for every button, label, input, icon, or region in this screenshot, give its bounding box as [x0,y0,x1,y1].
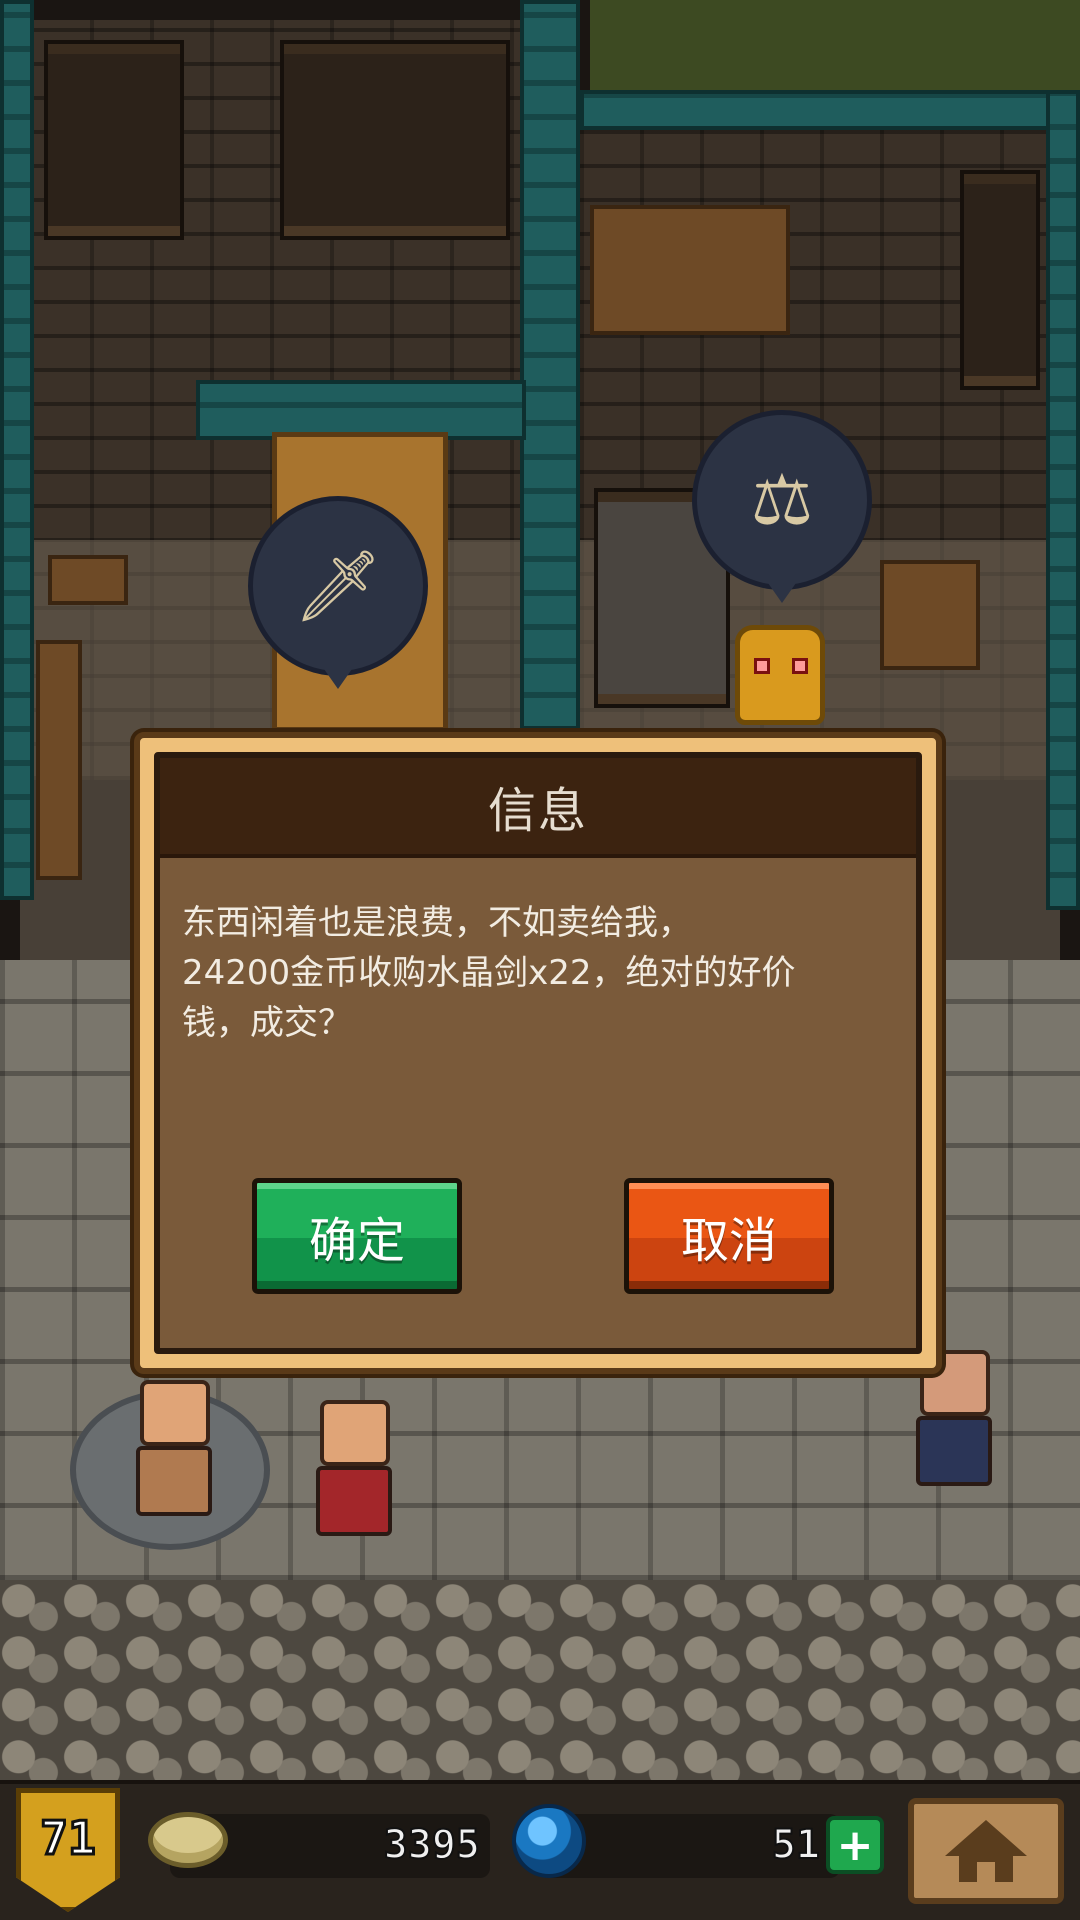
gold-value: 3395 [383,1821,481,1869]
teal-wall-top [580,90,1050,130]
npc-body [316,1466,392,1536]
teal-pillar-right [1046,90,1080,910]
scales-bubble[interactable]: ⚖ [692,410,872,603]
info-dialog: 信息 东西闲着也是浪费，不如卖给我， 24200金币收购水晶剑x22，绝对的好价… [134,732,942,1374]
dialog-message-line: 东西闲着也是浪费，不如卖给我， [182,903,692,943]
cancel-button[interactable]: 取消 [624,1178,834,1294]
npc-body [136,1446,212,1516]
npc-body [916,1416,992,1486]
stool [48,555,128,605]
teal-pillar-left [0,0,34,900]
cobblestone-road [0,1580,1080,1780]
golem-eye [792,658,808,674]
wooden-crate [590,205,790,335]
dialog-title-bar: 信息 [160,758,916,858]
sword-bubble[interactable]: 🗡 [248,496,428,689]
npc-head [140,1380,210,1446]
shelf [280,40,510,240]
dialog-message: 东西闲着也是浪费，不如卖给我， 24200金币收购水晶剑x22，绝对的好价 钱，… [182,898,916,1048]
home-icon [945,1820,1027,1882]
golem-eye [754,658,770,674]
ladder [880,560,980,670]
confirm-button[interactable]: 确定 [252,1178,462,1294]
gold-coin-icon [148,1812,228,1868]
sword-icon: 🗡 [293,544,383,627]
level-value: 71 [39,1810,97,1867]
shelf [44,40,184,240]
teal-wall-segment [196,380,526,440]
dialog-message-line: 24200金币收购水晶剑x22，绝对的好价 [182,953,796,993]
dialog-title: 信息 [487,783,588,839]
level-badge[interactable]: 71 [16,1788,120,1912]
blue-gem-icon [512,1804,586,1878]
golem-shopkeeper[interactable] [735,625,825,725]
shelf [960,170,1040,390]
gem-value: 51 [771,1821,821,1869]
grass-area [590,0,1080,100]
bottom-hud: 71 3395 51 + [0,1780,1080,1920]
npc-head [320,1400,390,1466]
dialog-panel: 信息 东西闲着也是浪费，不如卖给我， 24200金币收购水晶剑x22，绝对的好价… [154,752,922,1354]
add-gems-button[interactable]: + [826,1816,884,1874]
home-button[interactable] [908,1798,1064,1904]
teal-pillar-center [520,0,580,730]
bench [36,640,82,880]
scales-icon: ⚖ [750,459,814,541]
dialog-message-line: 钱，成交？ [182,1003,352,1043]
